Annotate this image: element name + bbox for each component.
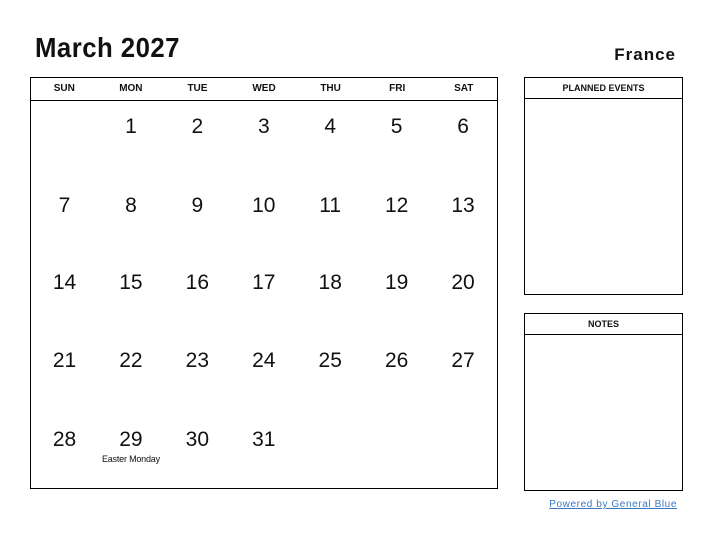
day-number: 1 [125, 115, 137, 138]
day-number: 27 [451, 349, 475, 372]
country-label: France [614, 45, 676, 64]
day-cell[interactable]: 13 [430, 194, 497, 218]
day-number: 25 [318, 349, 342, 372]
day-cell[interactable]: 9 [164, 194, 231, 218]
weekday-wed: WED [252, 83, 276, 94]
weekday-thu: THU [320, 83, 341, 94]
day-number: 6 [457, 115, 469, 138]
calendar-body: 1 2 3 4 5 6 7 8 9 10 11 12 13 14 15 16 17 18 19 20 21 22 23 24 2… [31, 101, 497, 489]
day-cell[interactable]: 27 [430, 349, 497, 373]
day-number: 29 [119, 428, 143, 451]
day-number: 21 [52, 349, 77, 372]
weekday-header: SUN MON TUE WED THU FRI SAT [31, 78, 497, 101]
weekday-mon: MON [119, 83, 143, 94]
day-number: 23 [185, 349, 210, 372]
day-number: 17 [252, 271, 276, 294]
day-number: 7 [58, 194, 71, 217]
day-cell[interactable]: 12 [363, 194, 430, 218]
day-cell[interactable]: 23 [164, 349, 231, 373]
day-cell[interactable]: 31 [230, 428, 297, 452]
day-cell[interactable]: 16 [164, 271, 231, 295]
day-cell[interactable]: 30 [164, 428, 231, 452]
day-number: 8 [125, 194, 137, 217]
day-cell[interactable]: 11 [297, 194, 364, 218]
day-cell[interactable]: 17 [230, 271, 297, 295]
day-number: 18 [318, 271, 342, 294]
notes-header: NOTES [525, 314, 682, 335]
calendar-grid: SUN MON TUE WED THU FRI SAT 1 2 3 4 5 6 7 8 9 10 1… [30, 77, 498, 489]
day-number: 3 [257, 115, 270, 138]
day-number: 26 [384, 349, 409, 372]
day-cell[interactable]: 8 [97, 194, 164, 218]
day-number: 10 [252, 194, 276, 217]
day-cell[interactable]: 15 [97, 271, 164, 295]
weekday-tue: TUE [187, 83, 208, 94]
day-cell[interactable]: 1 [97, 115, 164, 139]
day-number: 28 [52, 428, 77, 451]
day-number: 13 [451, 194, 475, 217]
day-number: 19 [384, 271, 409, 294]
day-cell[interactable]: 3 [230, 115, 297, 139]
weekday-fri: FRI [389, 83, 406, 94]
day-number: 31 [252, 428, 276, 451]
day-cell[interactable]: 2 [164, 115, 231, 139]
day-cell[interactable]: 19 [363, 271, 430, 295]
day-cell[interactable]: 10 [230, 194, 297, 218]
day-number: 15 [119, 271, 143, 294]
day-number: 12 [384, 194, 409, 217]
planned-events-header: PLANNED EVENTS [525, 78, 682, 99]
powered-by-link[interactable]: Powered by General Blue [549, 499, 677, 510]
day-cell[interactable]: 18 [297, 271, 364, 295]
day-number: 2 [191, 115, 204, 138]
weekday-sun: SUN [53, 83, 75, 94]
day-number: 22 [119, 349, 143, 372]
day-number: 5 [390, 115, 403, 138]
day-number: 9 [191, 194, 204, 217]
day-cell[interactable]: 24 [230, 349, 297, 373]
day-cell[interactable]: 7 [31, 194, 98, 218]
day-number: 4 [324, 115, 337, 138]
planned-events-panel: PLANNED EVENTS [524, 77, 683, 295]
day-cell[interactable]: 22 [97, 349, 164, 373]
weekday-sat: SAT [454, 83, 474, 94]
day-cell[interactable]: 14 [31, 271, 98, 295]
day-cell[interactable]: 28 [31, 428, 98, 452]
day-cell[interactable]: 29 Easter Monday [97, 428, 164, 464]
day-number: 14 [52, 271, 77, 294]
day-number: 20 [451, 271, 475, 294]
day-cell[interactable]: 25 [297, 349, 364, 373]
day-cell[interactable]: 26 [363, 349, 430, 373]
day-cell[interactable]: 5 [363, 115, 430, 139]
day-cell[interactable]: 4 [297, 115, 364, 139]
day-cell[interactable]: 6 [430, 115, 497, 139]
notes-panel: NOTES [524, 313, 683, 491]
day-number: 24 [252, 349, 276, 372]
day-number: 16 [185, 271, 210, 294]
day-cell[interactable]: 21 [31, 349, 98, 373]
day-number: 30 [185, 428, 210, 451]
day-cell[interactable]: 20 [430, 271, 497, 295]
holiday-label: Easter Monday [101, 454, 160, 464]
day-number: 11 [319, 194, 342, 217]
month-title: March 2027 [35, 32, 180, 63]
